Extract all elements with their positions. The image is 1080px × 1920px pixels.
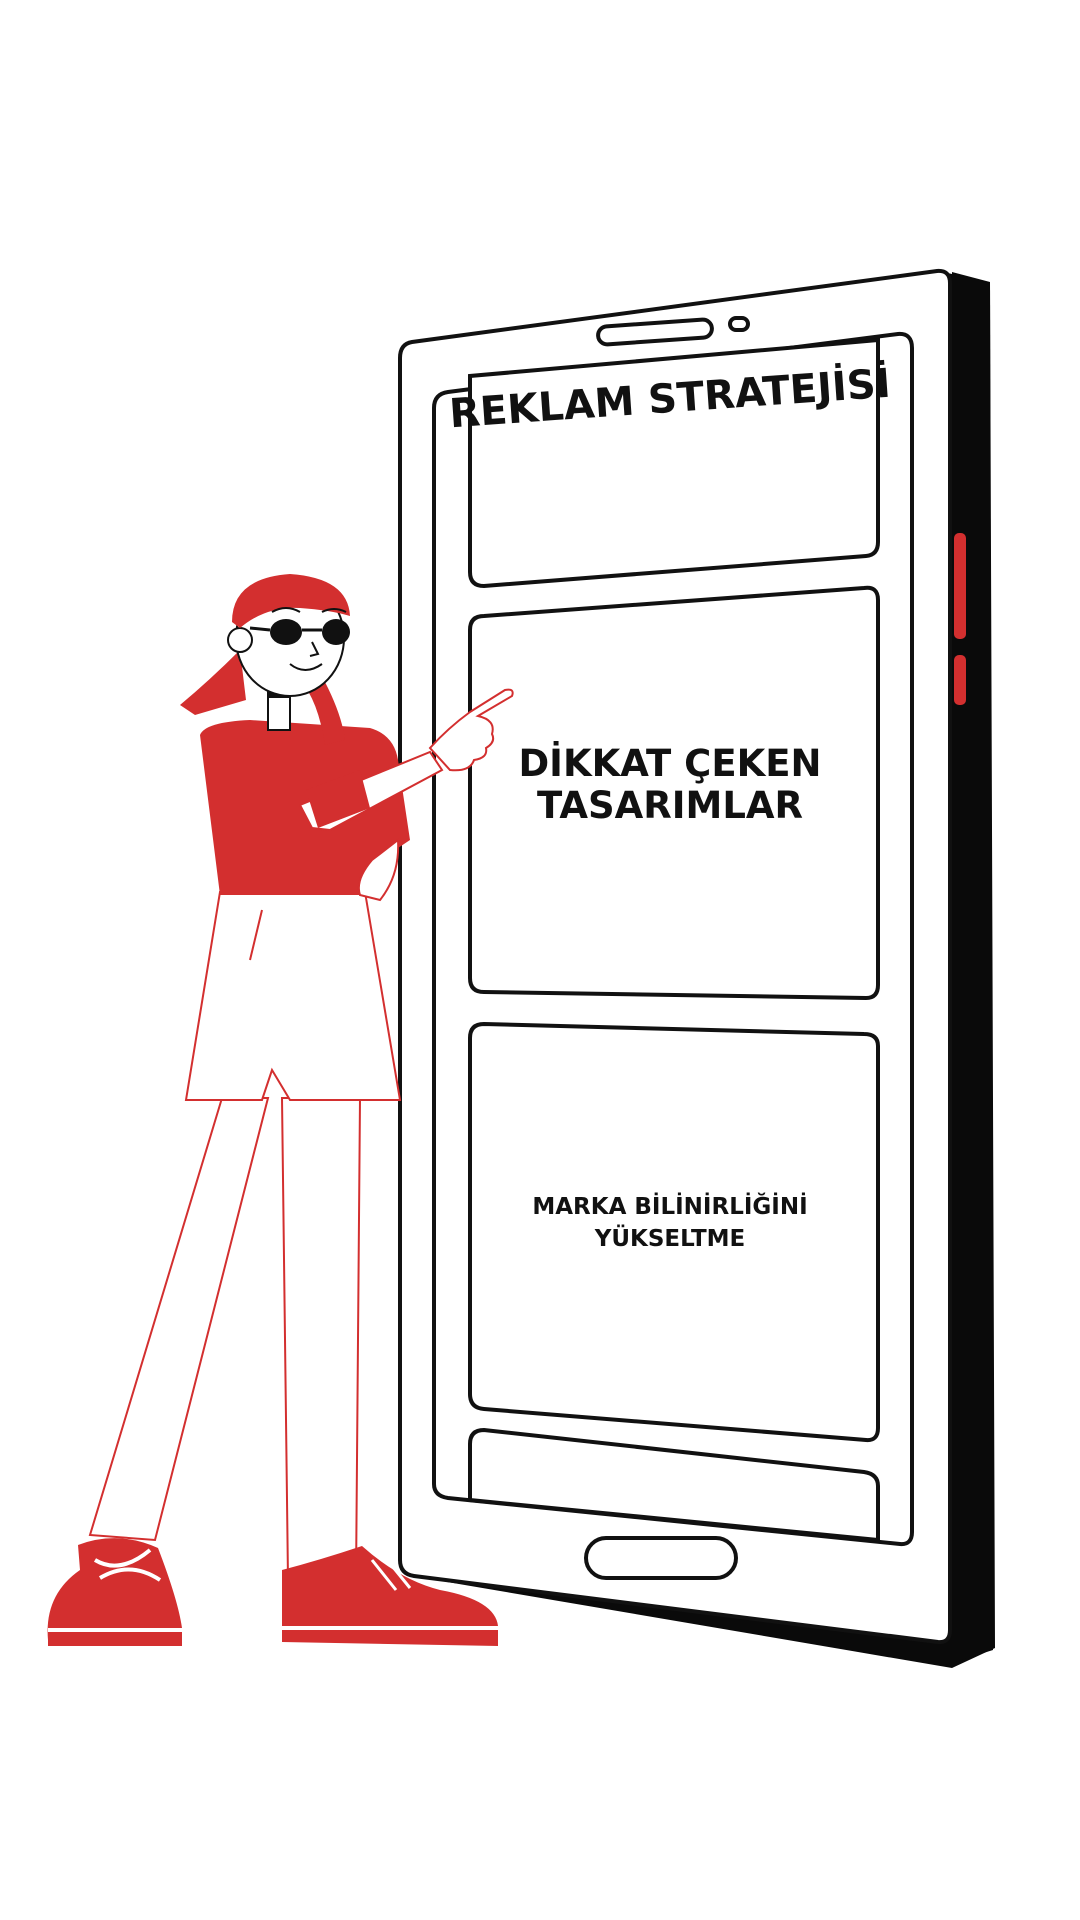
panel-bottom-line2: YÜKSELTME xyxy=(594,1224,746,1252)
phone-camera xyxy=(728,316,750,332)
character-back-leg xyxy=(88,1097,270,1542)
character-skirt xyxy=(184,891,402,1101)
phone-side-button-long xyxy=(954,533,966,639)
phone-side-button-short xyxy=(954,655,966,705)
smartphone-illustration: REKLAM STRATEJİSİ DİKKAT ÇEKEN TASARIMLA… xyxy=(398,268,995,1668)
panel-middle-line2: TASARIMLAR xyxy=(537,784,803,827)
character-ponytail xyxy=(180,650,246,715)
character-front-leg xyxy=(280,1097,362,1581)
panel-middle-line1: DİKKAT ÇEKEN xyxy=(518,741,821,785)
phone-home-button xyxy=(584,1536,738,1580)
panel-bottom-line1: MARKA BİLİNİRLİĞİNİ xyxy=(532,1192,807,1220)
sunglasses-arm xyxy=(249,626,271,632)
sunglasses-right-lens xyxy=(322,619,350,645)
character-ear xyxy=(227,627,253,653)
illustration-scene: REKLAM STRATEJİSİ DİKKAT ÇEKEN TASARIMLA… xyxy=(47,268,995,1668)
sunglasses-left-lens xyxy=(270,619,302,645)
